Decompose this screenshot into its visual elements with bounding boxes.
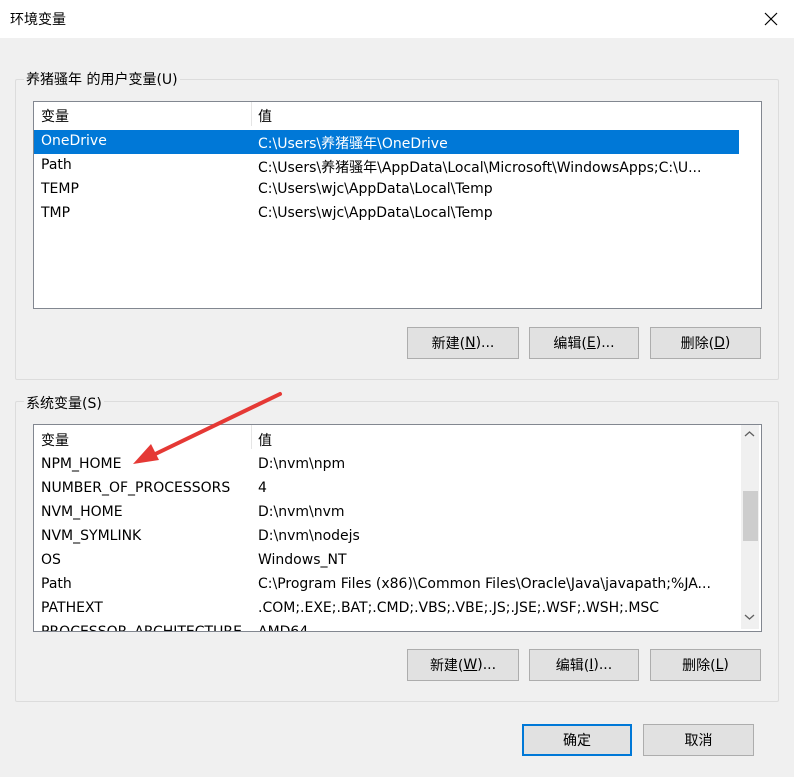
list-header: 变量 值 <box>34 102 761 126</box>
table-row[interactable]: PROCESSOR_ARCHITECTURE AMD64 <box>34 621 739 632</box>
column-header-variable[interactable]: 变量 <box>41 430 69 450</box>
scroll-up-icon[interactable] <box>741 428 758 443</box>
close-icon <box>764 12 778 26</box>
user-vars-label: 养猪骚年 的用户变量(U) <box>24 69 180 89</box>
table-row[interactable]: TMP C:\Users\wjc\AppData\Local\Temp <box>34 202 739 226</box>
var-name: OS <box>41 552 61 568</box>
user-delete-button[interactable]: 删除(D) <box>650 327 761 359</box>
var-value: C:\Users\wjc\AppData\Local\Temp <box>258 181 493 197</box>
vertical-scrollbar[interactable] <box>741 425 759 629</box>
user-edit-button[interactable]: 编辑(E)... <box>529 327 639 359</box>
system-new-button[interactable]: 新建(W)... <box>407 649 519 681</box>
system-vars-label: 系统变量(S) <box>24 393 104 413</box>
var-name: OneDrive <box>41 133 107 149</box>
var-value: C:\Users\养猪骚年\OneDrive <box>258 136 448 152</box>
table-row[interactable]: PATHEXT .COM;.EXE;.BAT;.CMD;.VBS;.VBE;.J… <box>34 597 739 621</box>
column-header-value[interactable]: 值 <box>258 106 272 126</box>
var-name: TEMP <box>41 181 79 197</box>
scroll-down-icon[interactable] <box>741 611 758 626</box>
ok-button[interactable]: 确定 <box>522 724 632 756</box>
table-row[interactable]: Path C:\Users\养猪骚年\AppData\Local\Microso… <box>34 154 739 178</box>
user-vars-list[interactable]: 变量 值 OneDrive C:\Users\养猪骚年\OneDrive Pat… <box>33 101 762 309</box>
title-bar: 环境变量 <box>0 0 794 38</box>
var-value: D:\nvm\nodejs <box>258 528 360 544</box>
table-row[interactable]: OneDrive C:\Users\养猪骚年\OneDrive <box>34 130 739 154</box>
var-name: NVM_HOME <box>41 504 123 520</box>
var-value: 4 <box>258 480 267 496</box>
system-delete-button[interactable]: 删除(L) <box>650 649 761 681</box>
var-name: Path <box>41 576 72 592</box>
var-name: NVM_SYMLINK <box>41 528 142 544</box>
scroll-thumb[interactable] <box>743 491 758 541</box>
column-header-variable[interactable]: 变量 <box>41 106 69 126</box>
table-row[interactable]: OS Windows_NT <box>34 549 739 573</box>
red-arrow-annotation <box>133 392 282 464</box>
var-value: C:\Program Files (x86)\Common Files\Orac… <box>258 576 711 592</box>
table-row[interactable]: TEMP C:\Users\wjc\AppData\Local\Temp <box>34 178 739 202</box>
system-edit-button[interactable]: 编辑(I)... <box>529 649 639 681</box>
var-name: NPM_HOME <box>41 456 122 472</box>
table-row[interactable]: NVM_SYMLINK D:\nvm\nodejs <box>34 525 739 549</box>
table-row[interactable]: Path C:\Program Files (x86)\Common Files… <box>34 573 739 597</box>
var-name: Path <box>41 157 72 173</box>
var-name: PATHEXT <box>41 600 103 616</box>
close-button[interactable] <box>748 0 794 38</box>
var-value: AMD64 <box>258 624 309 632</box>
var-value: .COM;.EXE;.BAT;.CMD;.VBS;.VBE;.JS;.JSE;.… <box>258 600 660 616</box>
window-title: 环境变量 <box>10 12 66 28</box>
user-new-button[interactable]: 新建(N)... <box>407 327 519 359</box>
var-value: C:\Users\养猪骚年\AppData\Local\Microsoft\Wi… <box>258 160 702 176</box>
var-value: D:\nvm\nvm <box>258 504 345 520</box>
var-value: Windows_NT <box>258 552 347 568</box>
cancel-button[interactable]: 取消 <box>643 724 754 756</box>
var-name: NUMBER_OF_PROCESSORS <box>41 480 231 496</box>
table-row[interactable]: NUMBER_OF_PROCESSORS 4 <box>34 477 739 501</box>
var-name: TMP <box>41 205 71 221</box>
table-row[interactable]: NVM_HOME D:\nvm\nvm <box>34 501 739 525</box>
var-name: PROCESSOR_ARCHITECTURE <box>41 624 242 632</box>
var-value: C:\Users\wjc\AppData\Local\Temp <box>258 205 493 221</box>
